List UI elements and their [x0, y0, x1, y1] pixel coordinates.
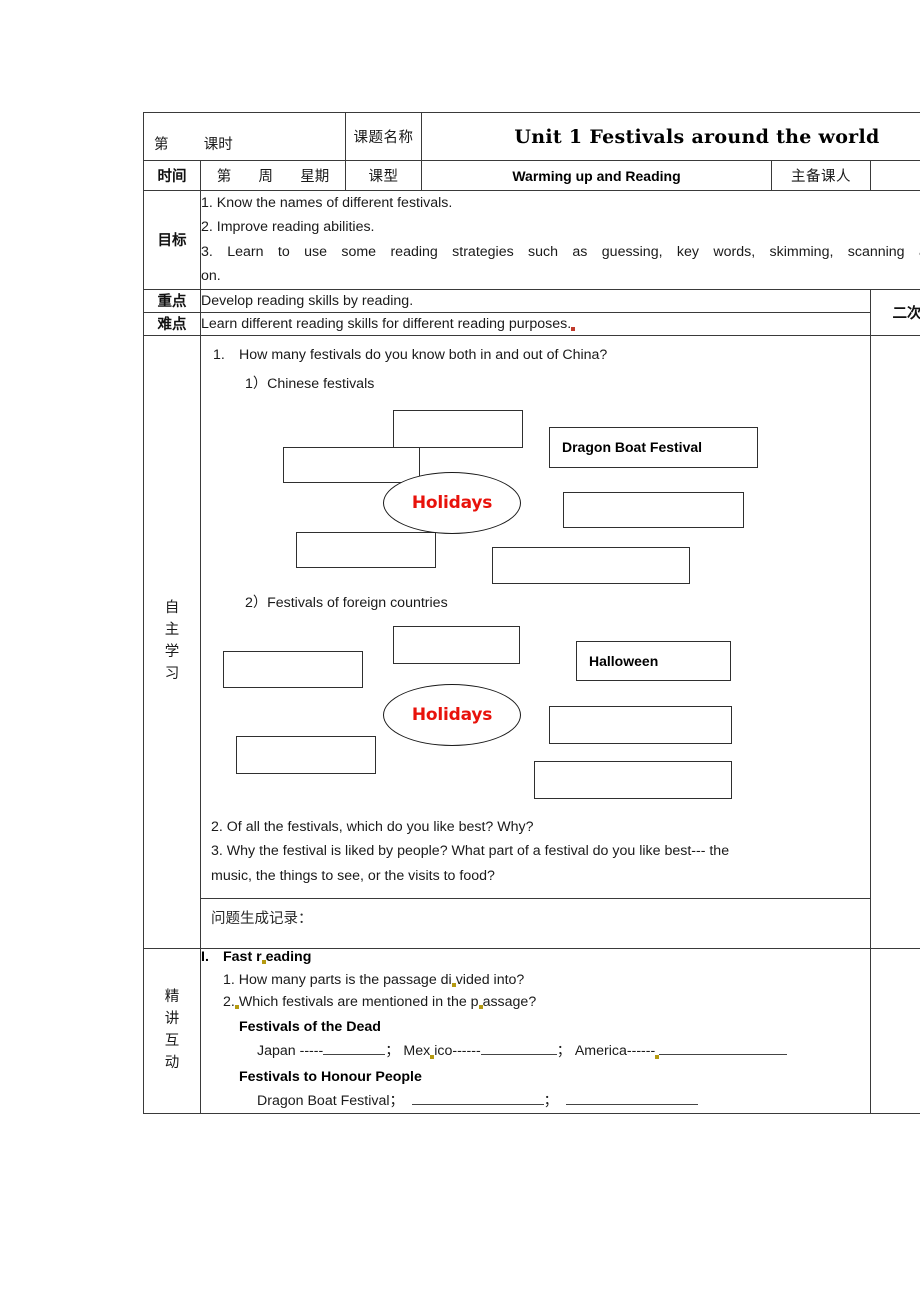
mindmap-box-empty: [549, 705, 732, 744]
table-row-info: 时间 第 周 星期 课型 Warming up and Reading 主备课人: [143, 160, 920, 191]
mindmap-box-empty: [296, 531, 436, 568]
table-row-header: 第 课时 课题名称 Unit 1 Festivals around the wo…: [143, 112, 920, 161]
self-study-subquestion-2-block: 2）Festivals of foreign countries: [201, 592, 870, 615]
mindmap-box-empty: [236, 735, 376, 774]
spellcheck-mark: [571, 326, 576, 331]
coursetype-value: Warming up and Reading: [421, 160, 772, 191]
mindmap-box-dragon-boat: Dragon Boat Festival: [549, 426, 758, 468]
objectives-content: 1. Know the names of different festivals…: [199, 190, 920, 290]
fast-reading-title: I. Fast r eading: [201, 948, 312, 965]
blank-line: [480, 1053, 557, 1055]
self-study-side-column: [869, 334, 920, 949]
subquestion-1: 1）Chinese festivals: [245, 375, 375, 392]
lesson-plan-page: 第 课时 课题名称 Unit 1 Festivals around the wo…: [0, 0, 920, 1302]
mindmap-center-holidays: Holidays: [383, 683, 521, 746]
mindmap-box-empty: [534, 760, 732, 799]
fast-reading-question-1: 1. How many parts is the passage di vided…: [223, 971, 525, 988]
side-note: 二次备课: [869, 288, 920, 336]
week-cell: 第 周 星期: [200, 160, 346, 191]
fast-reading-question-2: 2. Which festivals are mentioned in the p…: [223, 993, 537, 1010]
question-record-label: 问题生成记录：: [201, 897, 870, 948]
mindmap-box-empty: [492, 546, 690, 584]
week-prefix: 第: [216, 169, 232, 185]
blank-line: [411, 1103, 544, 1105]
intensive-side-column: [869, 947, 920, 1114]
objective-item-4: on.: [201, 268, 221, 285]
mindmap-box-halloween: Halloween: [576, 640, 731, 681]
mindmap-center-holidays: Holidays: [383, 471, 521, 534]
blank-line: [323, 1053, 386, 1055]
coursetype-label: 课型: [345, 160, 422, 191]
mindmap-box-empty: [393, 625, 520, 664]
group-title-festivals-to-honour-people: Festivals to Honour People: [239, 1068, 422, 1085]
weekday-label: 星期: [300, 169, 330, 185]
subquestion-2: 2）Festivals of foreign countries: [245, 594, 448, 611]
stage-label-self-study: 自 主 学 习: [143, 334, 201, 949]
table-row-intensive: 精 讲 互 动 I. Fast r eading 1. How many parts…: [143, 947, 920, 1114]
period-prefix: 第: [154, 137, 169, 153]
keypoint-text: Develop reading skills by reading.: [200, 288, 871, 313]
group-1-blanks: Japan -----； Mex ico------； America------: [201, 1040, 870, 1060]
blank-line: [565, 1103, 698, 1105]
intensive-content: I. Fast r eading 1. How many parts is the …: [200, 947, 871, 1114]
table-row-keypoint: 重点 Develop reading skills by reading. 二次…: [143, 288, 920, 336]
group-title-festivals-of-the-dead: Festivals of the Dead: [239, 1018, 381, 1035]
table-row-objectives: 目标 1. Know the names of different festiv…: [143, 190, 920, 290]
lesson-plan-table: 第 课时 课题名称 Unit 1 Festivals around the wo…: [143, 112, 920, 1114]
self-study-content: 1. How many festivals do you know both in…: [200, 334, 871, 949]
mindmap-box-empty: [283, 446, 420, 483]
mindmap-foreign-festivals: Halloween Holidays: [201, 621, 870, 811]
mindmap-box-empty: [393, 409, 523, 448]
question-2: 2. Of all the festivals, which do you li…: [211, 818, 534, 835]
table-row-self-study: 自 主 学 习 1. How many festivals do you know…: [143, 334, 920, 949]
preparer-label: 主备课人: [771, 160, 871, 191]
difficulty-label: 难点: [143, 311, 201, 336]
page-title: Unit 1 Festivals around the world: [420, 112, 920, 161]
question-3-line-1: 3. Why the festival is liked by people? …: [211, 843, 730, 860]
objective-item-1: 1. Know the names of different festivals…: [201, 195, 453, 211]
objective-item-3: 3. Learn to use some reading strategies …: [201, 243, 920, 260]
blank-line: [659, 1053, 788, 1055]
mindmap-box-empty: [563, 491, 744, 528]
objectives-label: 目标: [143, 190, 201, 290]
objective-item-2: 2. Improve reading abilities.: [201, 219, 375, 236]
mindmap-box-empty: [223, 650, 363, 688]
period-suffix: 课时: [203, 137, 233, 153]
question-3-line-2: music, the things to see, or the visits …: [211, 867, 495, 884]
spellcheck-mark: [655, 1054, 660, 1059]
week-unit: 周: [258, 169, 274, 185]
period-cell: 第 课时: [143, 112, 346, 161]
difficulty-text: Learn different reading skills for diffe…: [200, 311, 871, 336]
self-study-questions: 1. How many festivals do you know both in…: [201, 336, 870, 396]
table-row-difficulty: 难点 Learn different reading skills for di…: [143, 311, 920, 336]
keypoint-label: 重点: [143, 288, 201, 313]
preparer-value: [869, 160, 920, 191]
mindmap-chinese-festivals: Dragon Boat Festival Holidays: [201, 402, 870, 592]
stage-label-intensive: 精 讲 互 动: [143, 947, 201, 1114]
time-label: 时间: [143, 160, 201, 191]
topic-name-label: 课题名称: [345, 112, 422, 161]
question-1: 1. How many festivals do you know both in…: [213, 346, 608, 363]
group-2-blanks: Dragon Boat Festival； ；: [201, 1090, 870, 1110]
self-study-tail-questions: 2. Of all the festivals, which do you li…: [201, 811, 870, 898]
